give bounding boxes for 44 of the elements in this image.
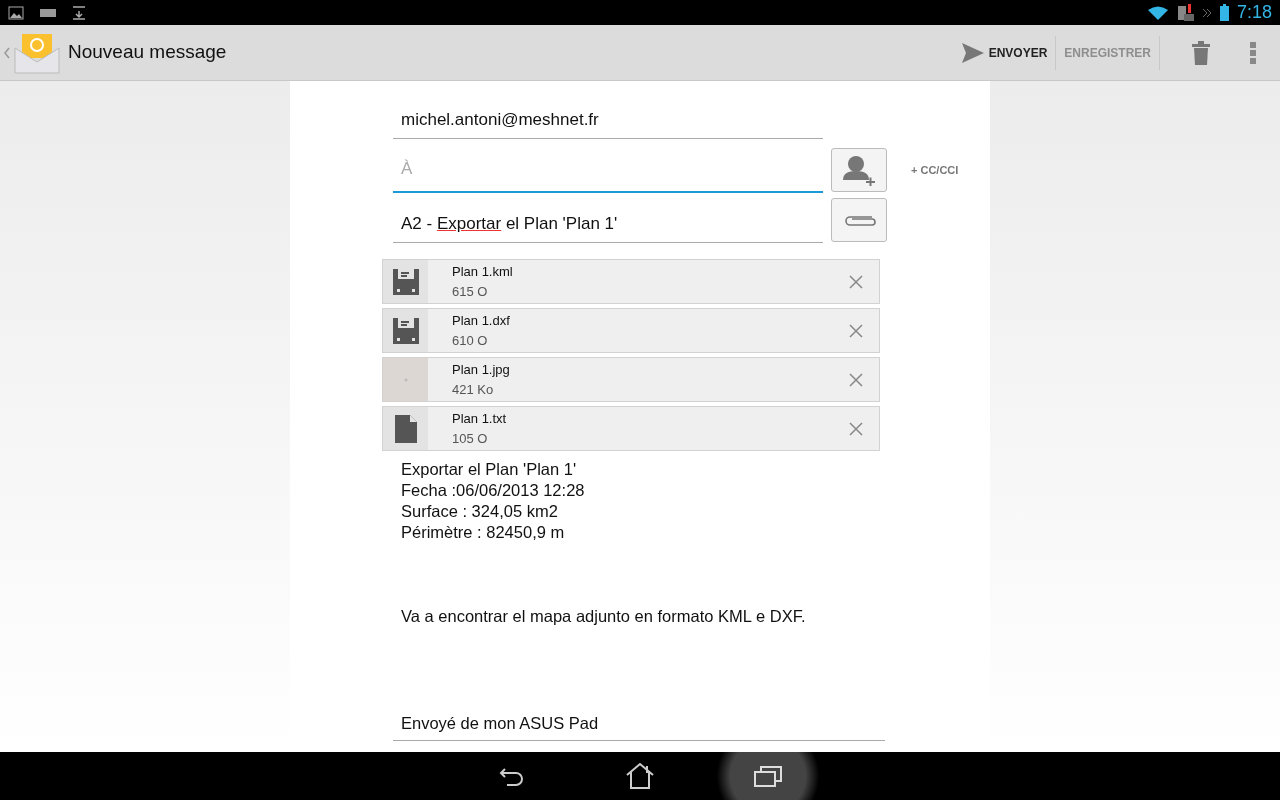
attachment-name: Plan 1.dxf xyxy=(452,312,511,330)
close-icon xyxy=(849,324,863,339)
attachment-size: 421 Ko xyxy=(452,380,495,399)
picture-icon xyxy=(8,5,24,20)
send-button[interactable]: ENVOYER xyxy=(952,41,1056,64)
trash-icon xyxy=(1192,40,1210,65)
envelope-icon xyxy=(14,31,60,74)
attachment-name: Plan 1.jpg xyxy=(452,361,511,379)
back-arrow-icon xyxy=(498,765,526,788)
close-icon xyxy=(849,275,863,290)
chevrons-icon xyxy=(1201,7,1212,18)
attachment-size: 105 O xyxy=(452,429,489,448)
menu-icon xyxy=(1250,41,1256,64)
keyboard-icon xyxy=(40,8,56,17)
send-icon xyxy=(960,41,985,64)
attachment-name: Plan 1.txt xyxy=(452,410,508,428)
back-caret-icon xyxy=(4,46,10,59)
attachment-size: 610 O xyxy=(452,331,489,350)
attachment-item[interactable]: Plan 1.txt 105 O xyxy=(382,406,880,451)
home-icon xyxy=(625,762,655,790)
attachment-item[interactable]: Plan 1.dxf 610 O xyxy=(382,308,880,353)
attachment-name: Plan 1.kml xyxy=(452,263,514,281)
body-paragraph: Va a encontrar el mapa adjunto en formato KML e DXF. xyxy=(401,606,807,627)
clock-time: 7:18 xyxy=(1236,1,1272,24)
body-paragraph: Exportar el Plan 'Plan 1' Fecha :06/06/2013 12:28 Surface : 324,05 km2 Périmètre : 82450,9 m xyxy=(401,459,586,543)
close-icon xyxy=(849,373,863,388)
attachment-item[interactable]: Plan 1.kml 615 O xyxy=(382,259,880,304)
cc-bcc-link[interactable]: + CC/CCI xyxy=(911,161,959,179)
image-thumbnail-icon xyxy=(403,377,408,382)
battery-alert-icon xyxy=(1175,4,1194,21)
download-icon xyxy=(72,5,86,20)
close-icon xyxy=(849,422,863,437)
screen-title: Nouveau message xyxy=(68,40,227,65)
wifi-icon xyxy=(1147,5,1168,20)
attachment-size: 615 O xyxy=(452,282,489,301)
up-navigation[interactable]: Nouveau message xyxy=(0,31,227,74)
document-icon xyxy=(394,414,417,443)
add-contact-button[interactable] xyxy=(831,148,887,192)
stacked-windows-icon xyxy=(753,764,783,789)
person-add-icon xyxy=(842,154,876,186)
battery-icon xyxy=(1219,4,1229,21)
attachment-item[interactable]: Plan 1.jpg 421 Ko xyxy=(382,357,880,402)
signature-field[interactable]: Envoyé de mon ASUS Pad xyxy=(393,711,885,741)
attach-button[interactable] xyxy=(831,198,887,242)
